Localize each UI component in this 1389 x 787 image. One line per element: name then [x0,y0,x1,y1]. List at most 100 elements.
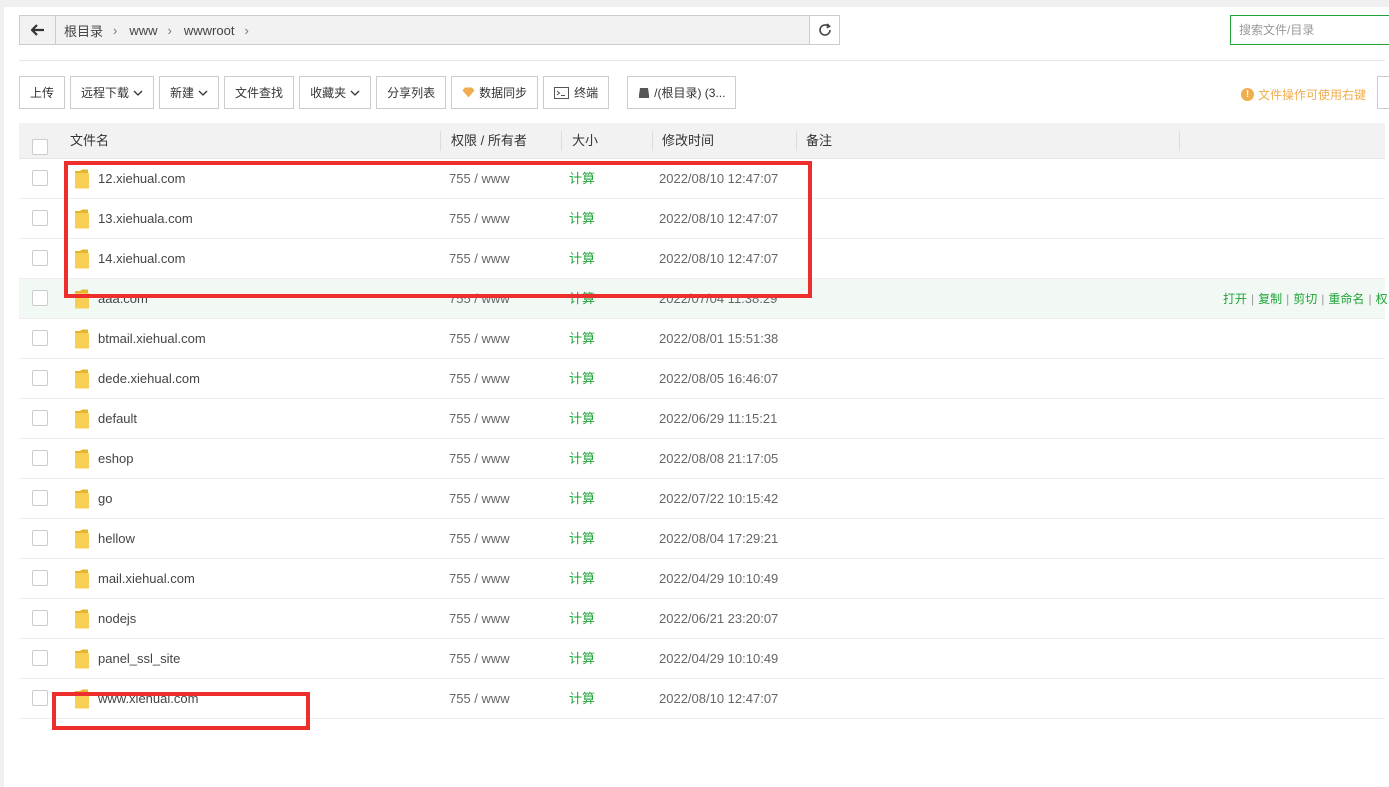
file-perm[interactable]: 755 / www [449,319,510,359]
file-perm[interactable]: 755 / www [449,639,510,679]
file-size-calc[interactable]: 计算 [569,159,595,199]
row-checkbox[interactable] [32,690,48,706]
header-mtime[interactable]: 修改时间 [662,123,714,159]
header-name[interactable]: 文件名 [70,123,109,159]
chevron-right-icon: › [113,22,118,38]
file-size-calc[interactable]: 计算 [569,639,595,679]
permission-link[interactable]: 权 [1376,292,1388,306]
file-perm[interactable]: 755 / www [449,199,510,239]
row-checkbox[interactable] [32,650,48,666]
copy-link[interactable]: 复制 [1258,292,1282,306]
search-input[interactable]: 搜索文件/目录 [1230,15,1389,45]
file-size-calc[interactable]: 计算 [569,439,595,479]
share-list-button[interactable]: 分享列表 [376,76,447,109]
breadcrumb-www[interactable]: www [121,23,163,38]
table-row[interactable]: nodejs 755 / www 计算 2022/06/21 23:20:07 [19,599,1385,639]
file-perm[interactable]: 755 / www [449,279,510,319]
row-checkbox[interactable] [32,530,48,546]
row-checkbox[interactable] [32,490,48,506]
file-name[interactable]: dede.xiehual.com [98,359,200,399]
table-row[interactable]: dede.xiehual.com 755 / www 计算 2022/08/05… [19,359,1385,399]
disk-button[interactable]: /(根目录) (3... [627,76,737,109]
file-name[interactable]: default [98,399,137,439]
table-row[interactable]: www.xiehual.com 755 / www 计算 2022/08/10 … [19,679,1385,719]
file-name[interactable]: hellow [98,519,135,559]
file-perm[interactable]: 755 / www [449,439,510,479]
header-perm[interactable]: 权限 / 所有者 [451,123,527,159]
file-size-calc[interactable]: 计算 [569,399,595,439]
table-row[interactable]: 14.xiehual.com 755 / www 计算 2022/08/10 1… [19,239,1385,279]
row-checkbox[interactable] [32,330,48,346]
file-name[interactable]: aaa.com [98,279,148,319]
file-perm[interactable]: 755 / www [449,159,510,199]
file-name[interactable]: panel_ssl_site [98,639,180,679]
file-perm[interactable]: 755 / www [449,679,510,719]
file-name[interactable]: mail.xiehual.com [98,559,195,599]
back-button[interactable] [20,16,56,44]
file-name[interactable]: www.xiehual.com [98,679,198,719]
row-checkbox[interactable] [32,250,48,266]
table-row[interactable]: go 755 / www 计算 2022/07/22 10:15:42 [19,479,1385,519]
file-mtime: 2022/06/29 11:15:21 [659,411,778,426]
file-name[interactable]: 12.xiehual.com [98,159,185,199]
row-checkbox[interactable] [32,450,48,466]
cut-link[interactable]: 剪切 [1293,292,1317,306]
file-name[interactable]: nodejs [98,599,136,639]
file-size-calc[interactable]: 计算 [569,559,595,599]
file-name[interactable]: eshop [98,439,133,479]
file-size-calc[interactable]: 计算 [569,519,595,559]
upload-button[interactable]: 上传 [19,76,66,109]
open-link[interactable]: 打开 [1223,292,1247,306]
favorites-button[interactable]: 收藏夹 [299,76,372,109]
edge-button[interactable] [1377,76,1389,109]
select-all-checkbox[interactable] [32,139,48,155]
file-perm[interactable]: 755 / www [449,519,510,559]
file-size-calc[interactable]: 计算 [569,239,595,279]
file-size-calc[interactable]: 计算 [569,199,595,239]
file-size-calc[interactable]: 计算 [569,679,595,719]
table-row[interactable]: 12.xiehual.com 755 / www 计算 2022/08/10 1… [19,159,1385,199]
file-size-calc[interactable]: 计算 [569,279,595,319]
row-checkbox[interactable] [32,570,48,586]
table-row[interactable]: panel_ssl_site 755 / www 计算 2022/04/29 1… [19,639,1385,679]
breadcrumb-wwwroot[interactable]: wwwroot [176,23,241,38]
table-row[interactable]: aaa.com 755 / www 计算 2022/07/04 11:38:29… [19,279,1388,319]
file-size-calc[interactable]: 计算 [569,479,595,519]
file-name[interactable]: go [98,479,112,519]
table-row[interactable]: eshop 755 / www 计算 2022/08/08 21:17:05 [19,439,1385,479]
row-checkbox[interactable] [32,610,48,626]
file-perm[interactable]: 755 / www [449,599,510,639]
table-row[interactable]: default 755 / www 计算 2022/06/29 11:15:21 [19,399,1385,439]
file-perm[interactable]: 755 / www [449,559,510,599]
table-row[interactable]: btmail.xiehual.com 755 / www 计算 2022/08/… [19,319,1385,359]
file-name[interactable]: btmail.xiehual.com [98,319,206,359]
remote-download-button[interactable]: 远程下载 [70,76,155,109]
file-name[interactable]: 14.xiehual.com [98,239,185,279]
file-perm[interactable]: 755 / www [449,399,510,439]
refresh-button[interactable] [809,16,839,44]
file-perm[interactable]: 755 / www [449,479,510,519]
terminal-button[interactable]: 终端 [543,76,610,109]
table-row[interactable]: hellow 755 / www 计算 2022/08/04 17:29:21 [19,519,1385,559]
row-checkbox[interactable] [32,370,48,386]
file-perm[interactable]: 755 / www [449,359,510,399]
file-size-calc[interactable]: 计算 [569,319,595,359]
header-size[interactable]: 大小 [572,123,598,159]
favorites-label: 收藏夹 [310,86,347,100]
breadcrumb-root[interactable]: 根目录 [56,21,109,40]
row-checkbox[interactable] [32,290,48,306]
row-checkbox[interactable] [32,170,48,186]
file-perm[interactable]: 755 / www [449,239,510,279]
row-checkbox[interactable] [32,410,48,426]
table-row[interactable]: mail.xiehual.com 755 / www 计算 2022/04/29… [19,559,1385,599]
data-sync-button[interactable]: 数据同步 [451,76,539,109]
file-name[interactable]: 13.xiehuala.com [98,199,193,239]
file-search-label: 文件查找 [235,86,284,100]
rename-link[interactable]: 重命名 [1328,292,1364,306]
table-row[interactable]: 13.xiehuala.com 755 / www 计算 2022/08/10 … [19,199,1385,239]
row-checkbox[interactable] [32,210,48,226]
file-size-calc[interactable]: 计算 [569,599,595,639]
file-search-button[interactable]: 文件查找 [224,76,295,109]
file-size-calc[interactable]: 计算 [569,359,595,399]
new-button[interactable]: 新建 [159,76,220,109]
